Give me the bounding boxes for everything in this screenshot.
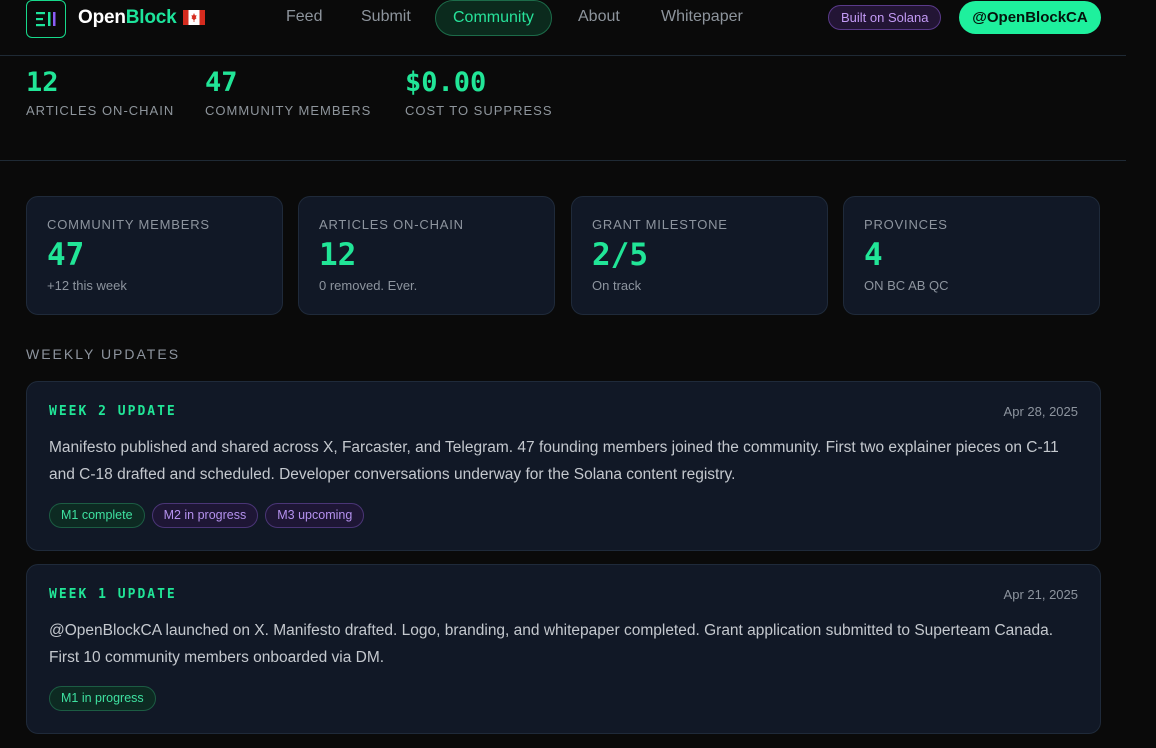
stat-card-label: COMMUNITY MEMBERS (47, 217, 210, 232)
stat-card-community-members: COMMUNITY MEMBERS 47 +12 this week (26, 196, 283, 315)
top-stat-value: 47 (205, 67, 238, 98)
stat-card-value: 12 (319, 237, 357, 273)
openblockca-handle-button[interactable]: @OpenBlockCA (959, 1, 1101, 34)
nav-community[interactable]: Community (435, 0, 552, 36)
milestone-tag: M2 in progress (151, 503, 259, 528)
stat-card-articles-on-chain: ARTICLES ON-CHAIN 12 0 removed. Ever. (298, 196, 555, 315)
nav-submit[interactable]: Submit (361, 0, 411, 36)
top-stat-value: $0.00 (405, 67, 487, 98)
nav-about[interactable]: About (578, 0, 620, 36)
stat-card-label: GRANT MILESTONE (592, 217, 728, 232)
update-date: Apr 21, 2025 (1003, 587, 1078, 602)
stat-card-value: 2/5 (592, 237, 648, 273)
update-card-week-1: WEEK 1 UPDATE Apr 21, 2025 @OpenBlockCA … (26, 564, 1101, 734)
stat-card-label: ARTICLES ON-CHAIN (319, 217, 464, 232)
nav-feed[interactable]: Feed (286, 0, 322, 36)
stat-card-subtext: ON BC AB QC (864, 278, 949, 293)
update-title: WEEK 2 UPDATE (49, 404, 177, 419)
openblock-logo-icon[interactable] (26, 0, 66, 38)
brand-name[interactable]: OpenBlock (78, 7, 205, 31)
update-title: WEEK 1 UPDATE (49, 587, 177, 602)
top-stat-label: COST TO SUPPRESS (405, 103, 553, 118)
update-tags: M1 in progress (49, 686, 156, 711)
brand-name-accent: Block (125, 7, 177, 28)
top-stat-cost: $0.00 COST TO SUPPRESS (405, 67, 553, 118)
update-tags: M1 complete M2 in progress M3 upcoming (49, 503, 365, 528)
top-stat-value: 12 (26, 67, 59, 98)
milestone-tag: M1 in progress (49, 686, 156, 711)
brand-name-main: Open (78, 7, 126, 28)
stat-card-value: 47 (47, 237, 85, 273)
stat-card-subtext: +12 this week (47, 278, 127, 293)
canada-flag-icon (182, 9, 205, 31)
update-card-week-2: WEEK 2 UPDATE Apr 28, 2025 Manifesto pub… (26, 381, 1101, 551)
weekly-updates-heading: WEEKLY UPDATES (26, 346, 181, 362)
top-stat-articles: 12 ARTICLES ON-CHAIN (26, 67, 174, 118)
top-stat-members: 47 COMMUNITY MEMBERS (205, 67, 371, 118)
stat-card-subtext: 0 removed. Ever. (319, 278, 418, 293)
top-navigation-bar: OpenBlock Feed Submit Community About Wh… (0, 0, 1126, 56)
update-body: @OpenBlockCA launched on X. Manifesto dr… (49, 622, 1054, 666)
section-divider (0, 160, 1126, 161)
milestone-tag: M3 upcoming (265, 503, 365, 528)
nav-whitepaper[interactable]: Whitepaper (661, 0, 743, 36)
stat-card-subtext: On track (592, 278, 642, 293)
stat-card-value: 4 (864, 237, 883, 273)
milestone-tag: M1 complete (49, 503, 145, 528)
built-on-solana-badge[interactable]: Built on Solana (828, 5, 942, 30)
stat-card-label: PROVINCES (864, 217, 948, 232)
update-body: Manifesto published and shared across X,… (49, 439, 1059, 483)
stat-card-provinces: PROVINCES 4 ON BC AB QC (843, 196, 1100, 315)
top-stat-label: COMMUNITY MEMBERS (205, 103, 372, 118)
stat-card-grant-milestone: GRANT MILESTONE 2/5 On track (571, 196, 828, 315)
top-stat-label: ARTICLES ON-CHAIN (26, 103, 175, 118)
update-date: Apr 28, 2025 (1003, 404, 1078, 419)
